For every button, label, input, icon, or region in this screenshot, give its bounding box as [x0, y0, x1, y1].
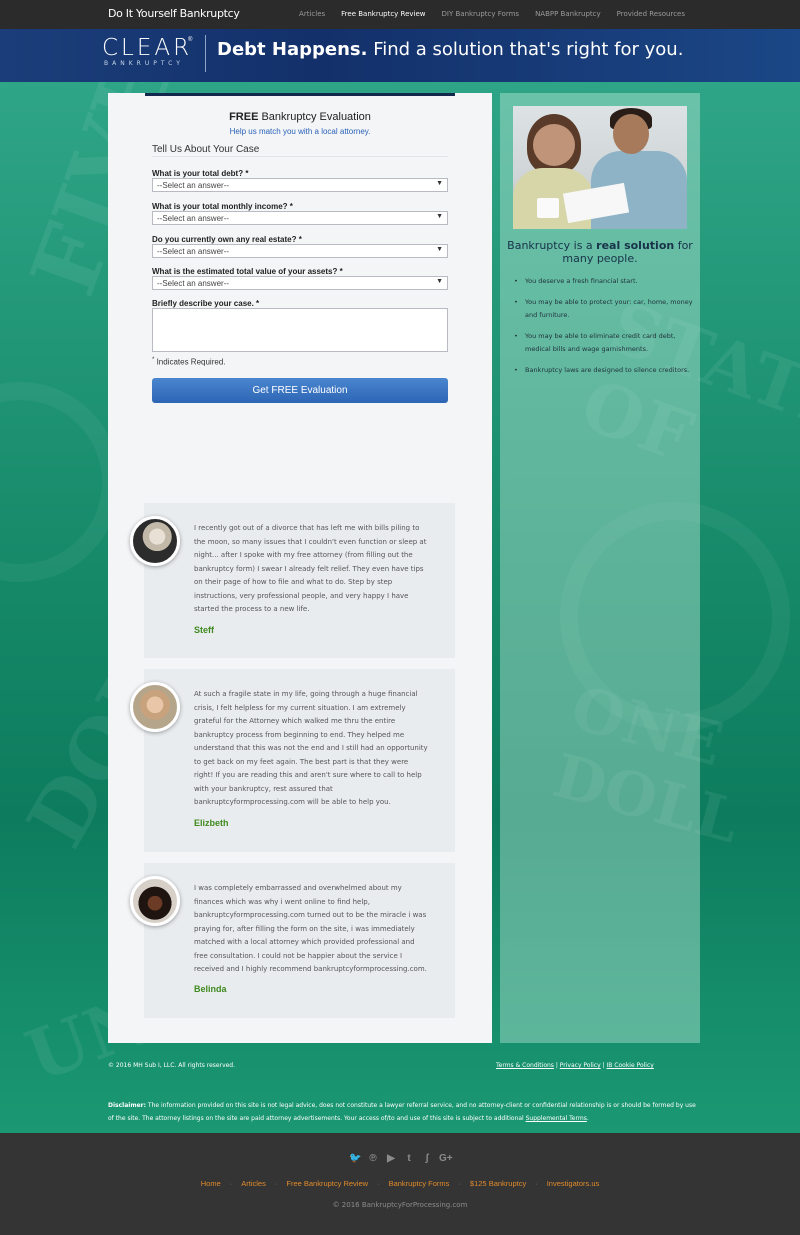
footer-link-articles[interactable]: Articles: [241, 1179, 266, 1188]
disclaimer: Disclaimer: The information provided on …: [108, 1099, 698, 1125]
legal-footer: © 2016 MH Sub I, LLC. All rights reserve…: [0, 1053, 800, 1133]
terms-link[interactable]: Terms & Conditions: [496, 1062, 554, 1069]
footer-link-bankruptcy-forms[interactable]: Bankruptcy Forms: [389, 1179, 450, 1188]
footer-link-investigators[interactable]: Investigators.us: [547, 1179, 600, 1188]
dropdown-arrow-icon: ▼: [436, 213, 443, 220]
testimonial-text: I recently got out of a divorce that has…: [194, 524, 427, 613]
dropdown-arrow-icon: ▼: [436, 180, 443, 187]
tagline-bold: Debt Happens.: [217, 39, 368, 60]
disclaimer-text: The information provided on this site is…: [108, 1102, 696, 1122]
form-subtitle: Help us match you with a local attorney.: [229, 127, 371, 136]
footer-copyright: © 2016 BankruptcyForProcessing.com: [332, 1201, 468, 1209]
sidebar-heading: Bankruptcy is a real solution for many p…: [500, 239, 700, 265]
form-title-rest: Bankruptcy Evaluation: [258, 111, 371, 123]
avatar: [130, 516, 180, 566]
describe-case-label: Briefly describe your case. *: [152, 299, 260, 308]
twitter-icon[interactable]: 🐦: [349, 1153, 361, 1164]
couple-photo: [513, 106, 687, 229]
pinterest-icon[interactable]: ℗: [367, 1153, 379, 1164]
header-tagline: Debt Happens. Find a solution that's rig…: [217, 39, 683, 60]
link-separator: ·: [229, 1179, 233, 1188]
site-brand[interactable]: Do It Yourself Bankruptcy: [108, 7, 240, 20]
cookie-policy-link[interactable]: IB Cookie Policy: [607, 1062, 654, 1069]
footer-nav: Home · Articles · Free Bankruptcy Review…: [0, 1179, 800, 1188]
nav-item-resources[interactable]: Provided Resources: [617, 10, 685, 18]
panel-top-accent: [145, 93, 455, 96]
sidebar-panel: Bankruptcy is a real solution for many p…: [500, 93, 700, 1043]
sidebar-heading-pre: Bankruptcy is a: [507, 239, 597, 252]
footer-link-free-review[interactable]: Free Bankruptcy Review: [286, 1179, 368, 1188]
section-divider: [152, 156, 448, 157]
list-item: You deserve a fresh financial start.: [514, 275, 694, 289]
monthly-income-select[interactable]: --Select an answer-- ▼: [152, 211, 448, 225]
evaluation-panel: FREE Bankruptcy Evaluation Help us match…: [108, 93, 492, 1043]
tumblr-icon[interactable]: t: [403, 1153, 415, 1164]
top-navbar: Do It Yourself Bankruptcy Articles Free …: [0, 0, 800, 29]
total-debt-select[interactable]: --Select an answer-- ▼: [152, 178, 448, 192]
required-text: Indicates Required.: [154, 357, 226, 367]
logo-registered-mark: ®: [188, 37, 193, 43]
testimonial-text: I was completely embarrassed and overwhe…: [194, 884, 427, 973]
supplemental-terms-link[interactable]: Supplemental Terms: [526, 1115, 587, 1122]
real-estate-value: --Select an answer--: [157, 247, 230, 256]
list-item: You may be able to protect your: car, ho…: [514, 296, 694, 323]
footer-link-125-bankruptcy[interactable]: $125 Bankruptcy: [470, 1179, 526, 1188]
footer-link-home[interactable]: Home: [201, 1179, 221, 1188]
link-separator: ·: [274, 1179, 278, 1188]
dropdown-arrow-icon: ▼: [436, 246, 443, 253]
logo-subtitle: BANKRUPTCY: [104, 60, 184, 67]
nav-item-free-review[interactable]: Free Bankruptcy Review: [341, 10, 425, 18]
disclaimer-label: Disclaimer:: [108, 1102, 147, 1109]
header-banner: CLEAR ® BANKRUPTCY Debt Happens. Find a …: [0, 29, 800, 82]
testimonial-card: I was completely embarrassed and overwhe…: [130, 863, 455, 1018]
site-footer: 🐦 ℗ ▶ t ʃ G+ Home · Articles · Free Bank…: [0, 1133, 800, 1235]
copyright-text: © 2016 MH Sub I, LLC. All rights reserve…: [108, 1062, 236, 1069]
legal-links: Terms & Conditions | Privacy Policy | IB…: [496, 1062, 654, 1069]
benefits-list: You deserve a fresh financial start. You…: [514, 275, 694, 384]
testimonial-author: Steff: [194, 625, 214, 635]
testimonial-text: At such a fragile state in my life, goin…: [194, 690, 428, 806]
header-divider: [205, 35, 206, 72]
list-item: Bankruptcy laws are designed to silence …: [514, 364, 694, 378]
total-debt-label: What is your total debt? *: [152, 169, 249, 178]
form-title-bold: FREE: [229, 111, 259, 123]
testimonial-card: I recently got out of a divorce that has…: [130, 503, 455, 658]
link-separator: ·: [535, 1179, 538, 1188]
required-note: * Indicates Required.: [152, 357, 226, 367]
assets-value-value: --Select an answer--: [157, 279, 230, 288]
youtube-icon[interactable]: ▶: [385, 1153, 397, 1164]
google-plus-icon[interactable]: G+: [439, 1153, 453, 1164]
sidebar-heading-bold: real solution: [596, 239, 675, 252]
testimonial-author: Belinda: [194, 984, 227, 994]
logo-wordmark[interactable]: CLEAR: [102, 35, 192, 61]
testimonial-card: At such a fragile state in my life, goin…: [130, 669, 455, 852]
main-nav: Articles Free Bankruptcy Review DIY Bank…: [299, 10, 685, 18]
monthly-income-label: What is your total monthly income? *: [152, 202, 293, 211]
nav-item-nabpp[interactable]: NABPP Bankruptcy: [535, 10, 601, 18]
section-title: Tell Us About Your Case: [152, 144, 260, 155]
tagline-rest: Find a solution that's right for you.: [367, 39, 684, 60]
stumbleupon-icon[interactable]: ʃ: [421, 1153, 433, 1164]
disclaimer-end: .: [586, 1115, 589, 1122]
nav-item-diy-forms[interactable]: DIY Bankruptcy Forms: [442, 10, 520, 18]
social-icons: 🐦 ℗ ▶ t ʃ G+: [0, 1153, 800, 1164]
testimonial-author: Elizbeth: [194, 818, 229, 828]
nav-item-articles[interactable]: Articles: [299, 10, 325, 18]
real-estate-select[interactable]: --Select an answer-- ▼: [152, 244, 448, 258]
describe-case-textarea[interactable]: [152, 308, 448, 352]
assets-value-select[interactable]: --Select an answer-- ▼: [152, 276, 448, 290]
list-item: You may be able to eliminate credit card…: [514, 330, 694, 357]
avatar: [130, 876, 180, 926]
dropdown-arrow-icon: ▼: [436, 278, 443, 285]
total-debt-value: --Select an answer--: [157, 181, 230, 190]
link-separator: ·: [377, 1179, 380, 1188]
get-free-evaluation-button[interactable]: Get FREE Evaluation: [152, 378, 448, 403]
monthly-income-value: --Select an answer--: [157, 214, 230, 223]
form-title: FREE Bankruptcy Evaluation: [108, 111, 492, 123]
avatar: [130, 682, 180, 732]
real-estate-label: Do you currently own any real estate? *: [152, 235, 302, 244]
link-separator: ·: [458, 1179, 461, 1188]
privacy-link[interactable]: Privacy Policy: [560, 1062, 601, 1069]
assets-value-label: What is the estimated total value of you…: [152, 267, 343, 276]
